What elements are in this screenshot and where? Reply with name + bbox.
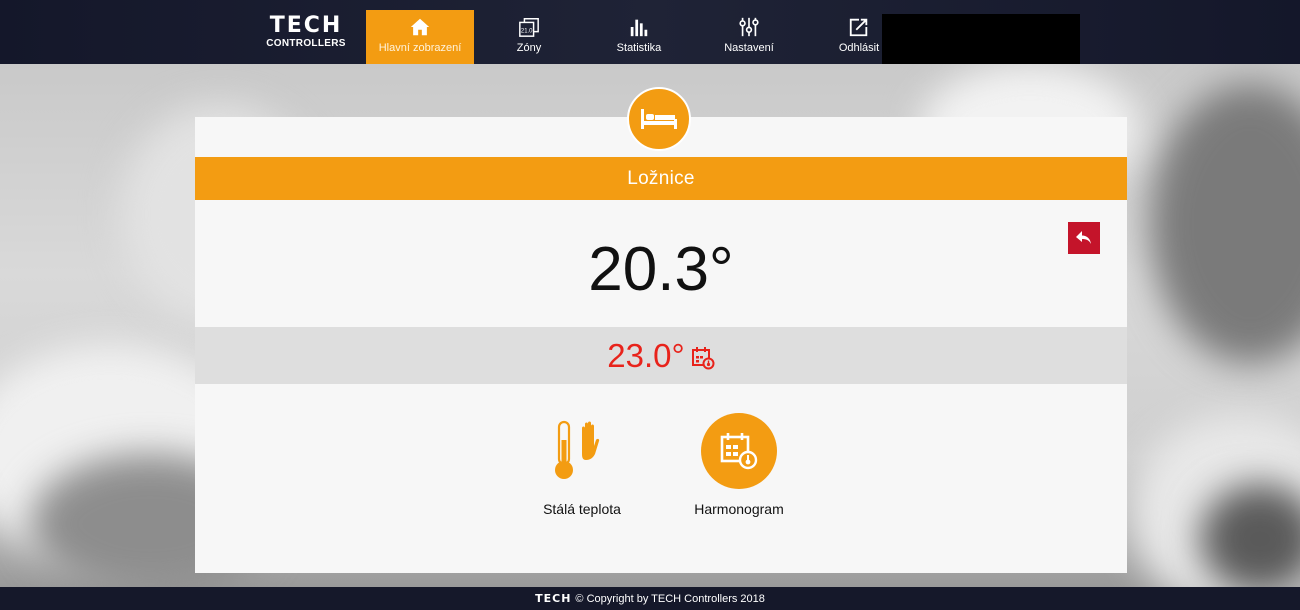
main-nav: Hlavní zobrazení 21.0 Zóny Statistika Na… [366, 10, 914, 64]
nav-item-statistics[interactable]: Statistika [584, 10, 694, 64]
schedule-mode-icon-wrap [701, 413, 777, 489]
manual-mode-label: Stálá teplota [543, 501, 621, 517]
schedule-mode-button[interactable]: Harmonogram [683, 413, 795, 517]
setpoint-temperature: 23.0° [607, 336, 685, 374]
statistics-icon [630, 19, 648, 37]
logout-icon [849, 18, 868, 37]
nav-item-settings[interactable]: Nastavení [694, 10, 804, 64]
footer: TECH © Copyright by TECH Controllers 201… [0, 587, 1300, 610]
calendar-thermometer-icon [720, 433, 758, 470]
manual-mode-icon-wrap [544, 413, 620, 489]
current-temperature: 20.3° [588, 235, 734, 304]
zone-title: Ložnice [195, 157, 1127, 200]
top-navigation-bar: TECH CONTROLLERS Hlavní zobrazení 21.0 Z… [0, 0, 1300, 64]
bed-icon [641, 109, 677, 129]
nav-item-main-view[interactable]: Hlavní zobrazení [366, 10, 474, 64]
copyright-text: © Copyright by TECH Controllers 2018 [575, 592, 765, 605]
tech-controllers-logo: TECH CONTROLLERS [266, 13, 346, 50]
home-icon [410, 18, 430, 36]
calendar-thermometer-icon [691, 346, 715, 369]
nav-item-zones[interactable]: 21.0 Zóny [474, 10, 584, 64]
thermometer-hand-icon [555, 420, 600, 479]
svg-text:21.0: 21.0 [521, 29, 533, 35]
settings-sliders-icon [739, 17, 759, 37]
zones-icon: 21.0 [519, 18, 539, 37]
redacted-user-info [882, 14, 1080, 64]
constant-temperature-mode-button[interactable]: Stálá teplota [530, 413, 634, 517]
schedule-mode-label: Harmonogram [694, 501, 784, 517]
zone-type-badge [627, 87, 691, 151]
footer-logo: TECH [535, 592, 572, 605]
setpoint-row: 23.0° [195, 327, 1127, 384]
